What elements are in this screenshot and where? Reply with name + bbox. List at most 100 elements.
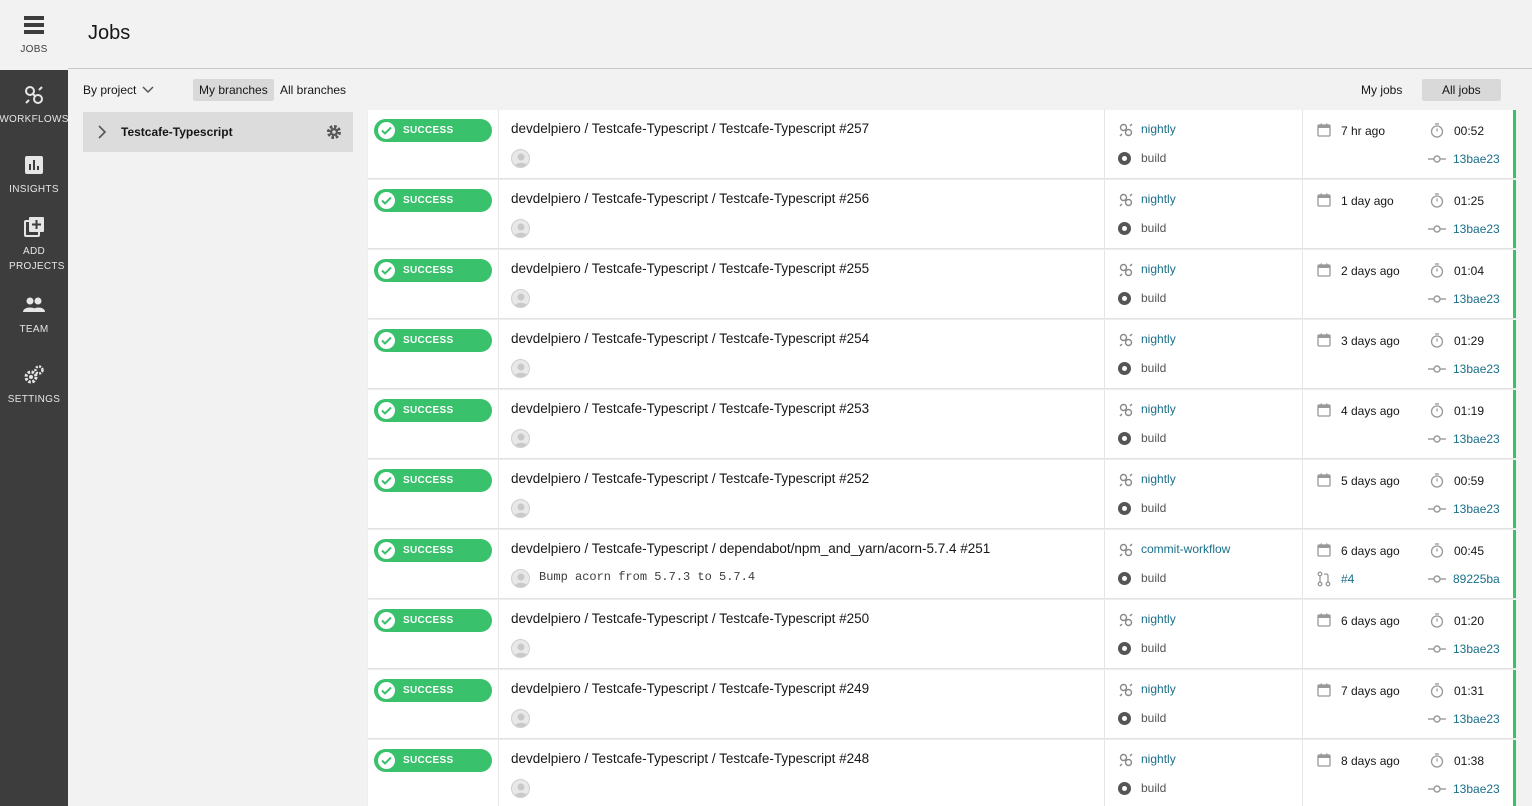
- workflow-link[interactable]: nightly: [1141, 612, 1176, 626]
- status-text: SUCCESS: [403, 405, 454, 416]
- calendar-icon: [1317, 123, 1331, 137]
- build-icon: [1118, 432, 1131, 445]
- workflow-link[interactable]: commit-workflow: [1141, 542, 1230, 556]
- commit-sha-link[interactable]: 13bae23: [1453, 222, 1500, 236]
- job-row[interactable]: SUCCESS devdelpiero / Testcafe-Typescrip…: [368, 600, 1516, 668]
- commit-sha-link[interactable]: 13bae23: [1453, 152, 1500, 166]
- commit-sha-link[interactable]: 13bae23: [1453, 432, 1500, 446]
- workflow-link[interactable]: nightly: [1141, 192, 1176, 206]
- pull-request-link[interactable]: #4: [1341, 572, 1354, 586]
- avatar: [511, 639, 530, 658]
- commit-sha-link[interactable]: 89225ba: [1453, 572, 1500, 586]
- job-row[interactable]: SUCCESS devdelpiero / Testcafe-Typescrip…: [368, 110, 1516, 178]
- settings-icon: [24, 365, 44, 384]
- commit-sha-link[interactable]: 13bae23: [1453, 712, 1500, 726]
- nav-item-workflows[interactable]: WORKFLOWS: [0, 70, 68, 140]
- job-title-link[interactable]: devdelpiero / Testcafe-Typescript / Test…: [511, 261, 869, 276]
- workflow-link[interactable]: nightly: [1141, 682, 1176, 696]
- job-row[interactable]: SUCCESS devdelpiero / Testcafe-Typescrip…: [368, 740, 1516, 806]
- calendar-icon: [1317, 193, 1331, 207]
- gear-icon[interactable]: [326, 124, 342, 140]
- job-row[interactable]: SUCCESS devdelpiero / Testcafe-Typescrip…: [368, 460, 1516, 528]
- by-project-dropdown[interactable]: By project: [83, 83, 154, 97]
- status-badge[interactable]: SUCCESS: [374, 539, 492, 562]
- commit-icon: [1428, 225, 1446, 233]
- build-icon: [1118, 712, 1131, 725]
- calendar-icon: [1317, 613, 1331, 627]
- workflow-link[interactable]: nightly: [1141, 332, 1176, 346]
- build-icon: [1118, 362, 1131, 375]
- job-date: 8 days ago: [1341, 754, 1400, 768]
- build-icon: [1118, 572, 1131, 585]
- status-badge[interactable]: SUCCESS: [374, 189, 492, 212]
- job-title-link[interactable]: devdelpiero / Testcafe-Typescript / Test…: [511, 471, 869, 486]
- check-icon: [378, 542, 395, 559]
- nav-label: WORKFLOWS: [0, 114, 69, 125]
- job-row[interactable]: SUCCESS devdelpiero / Testcafe-Typescrip…: [368, 390, 1516, 458]
- project-row[interactable]: Testcafe-Typescript: [83, 112, 353, 152]
- job-title-link[interactable]: devdelpiero / Testcafe-Typescript / Test…: [511, 401, 869, 416]
- job-title-link[interactable]: devdelpiero / Testcafe-Typescript / Test…: [511, 681, 869, 696]
- timer-icon: [1430, 613, 1444, 628]
- workflow-link[interactable]: nightly: [1141, 122, 1176, 136]
- job-row[interactable]: SUCCESS devdelpiero / Testcafe-Typescrip…: [368, 320, 1516, 388]
- avatar: [511, 289, 530, 308]
- workflow-icon: [1119, 613, 1133, 627]
- workflow-icon: [1119, 543, 1133, 557]
- status-badge[interactable]: SUCCESS: [374, 329, 492, 352]
- nav-label: INSIGHTS: [9, 184, 59, 195]
- check-icon: [378, 682, 395, 699]
- job-row[interactable]: SUCCESS devdelpiero / Testcafe-Typescrip…: [368, 530, 1516, 598]
- jobs-list: SUCCESS devdelpiero / Testcafe-Typescrip…: [368, 110, 1516, 806]
- by-project-label: By project: [83, 83, 137, 97]
- job-date: 6 days ago: [1341, 614, 1400, 628]
- job-row[interactable]: SUCCESS devdelpiero / Testcafe-Typescrip…: [368, 180, 1516, 248]
- job-title-link[interactable]: devdelpiero / Testcafe-Typescript / Test…: [511, 751, 869, 766]
- job-title-link[interactable]: devdelpiero / Testcafe-Typescript / Test…: [511, 331, 869, 346]
- nav-item-jobs[interactable]: JOBS: [0, 0, 68, 70]
- build-icon: [1118, 502, 1131, 515]
- status-badge[interactable]: SUCCESS: [374, 679, 492, 702]
- workflow-icon: [1119, 473, 1133, 487]
- all-jobs-button[interactable]: All jobs: [1422, 79, 1501, 101]
- job-name: build: [1141, 641, 1167, 655]
- job-name: build: [1141, 431, 1167, 445]
- timer-icon: [1430, 403, 1444, 418]
- job-row[interactable]: SUCCESS devdelpiero / Testcafe-Typescrip…: [368, 250, 1516, 318]
- job-title-link[interactable]: devdelpiero / Testcafe-Typescript / Test…: [511, 611, 869, 626]
- my-branches-button[interactable]: My branches: [193, 79, 274, 101]
- commit-sha-link[interactable]: 13bae23: [1453, 362, 1500, 376]
- status-badge[interactable]: SUCCESS: [374, 749, 492, 772]
- nav-label: JOBS: [20, 44, 48, 55]
- build-icon: [1118, 222, 1131, 235]
- job-title-link[interactable]: devdelpiero / Testcafe-Typescript / depe…: [511, 541, 990, 556]
- status-badge[interactable]: SUCCESS: [374, 119, 492, 142]
- build-icon: [1118, 782, 1131, 795]
- nav-item-add-projects[interactable]: ADD PROJECTS: [0, 210, 68, 280]
- status-badge[interactable]: SUCCESS: [374, 469, 492, 492]
- commit-sha-link[interactable]: 13bae23: [1453, 642, 1500, 656]
- check-icon: [378, 262, 395, 279]
- job-title-link[interactable]: devdelpiero / Testcafe-Typescript / Test…: [511, 121, 869, 136]
- workflow-link[interactable]: nightly: [1141, 262, 1176, 276]
- check-icon: [378, 332, 395, 349]
- commit-sha-link[interactable]: 13bae23: [1453, 782, 1500, 796]
- status-badge[interactable]: SUCCESS: [374, 259, 492, 282]
- chevron-right-icon[interactable]: [97, 125, 107, 139]
- workflow-icon: [1119, 683, 1133, 697]
- column-divider: [1104, 180, 1105, 248]
- my-jobs-button[interactable]: My jobs: [1341, 79, 1422, 101]
- nav-item-insights[interactable]: INSIGHTS: [0, 140, 68, 210]
- commit-sha-link[interactable]: 13bae23: [1453, 502, 1500, 516]
- workflow-link[interactable]: nightly: [1141, 472, 1176, 486]
- job-row[interactable]: SUCCESS devdelpiero / Testcafe-Typescrip…: [368, 670, 1516, 738]
- status-badge[interactable]: SUCCESS: [374, 609, 492, 632]
- all-branches-button[interactable]: All branches: [274, 79, 352, 101]
- nav-item-team[interactable]: TEAM: [0, 280, 68, 350]
- commit-sha-link[interactable]: 13bae23: [1453, 292, 1500, 306]
- workflow-link[interactable]: nightly: [1141, 402, 1176, 416]
- status-badge[interactable]: SUCCESS: [374, 399, 492, 422]
- workflow-link[interactable]: nightly: [1141, 752, 1176, 766]
- job-title-link[interactable]: devdelpiero / Testcafe-Typescript / Test…: [511, 191, 869, 206]
- nav-item-settings[interactable]: SETTINGS: [0, 350, 68, 420]
